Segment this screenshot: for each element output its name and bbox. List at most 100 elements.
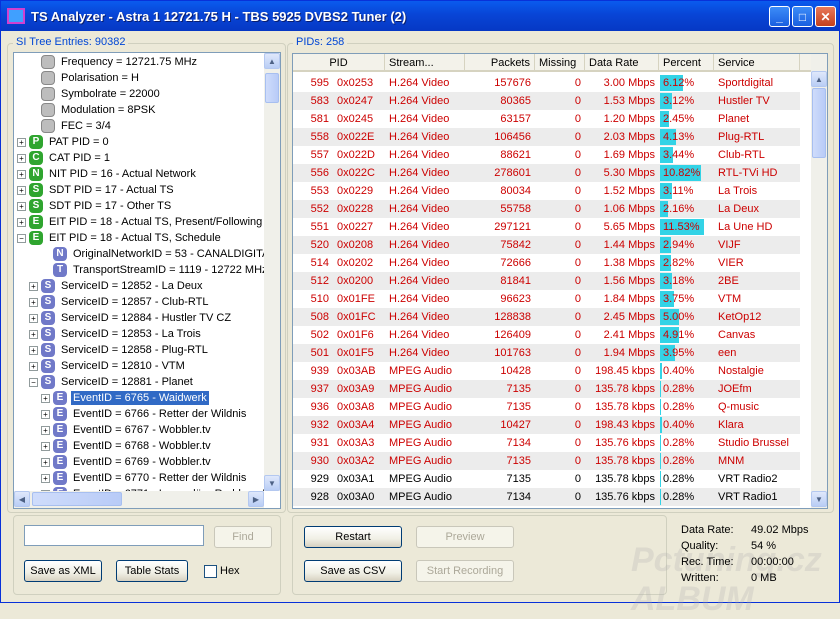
table-row[interactable]: 552 0x0228 H.264 Video 55758 0 1.06 Mbps 2.16%…: [293, 200, 800, 218]
tree-item[interactable]: Frequency = 12721.75 MHz: [29, 54, 199, 70]
table-row[interactable]: 520 0x0208 H.264 Video 75842 0 1.44 Mbps 2.94%…: [293, 236, 800, 254]
tree-scroll-left-icon[interactable]: ◀: [14, 491, 30, 507]
tree-horizontal-scrollbar[interactable]: ◀ ▶: [14, 491, 264, 508]
expand-icon[interactable]: +: [41, 393, 50, 403]
tree-item[interactable]: + S ServiceID = 12810 - VTM: [29, 358, 187, 374]
tree-item[interactable]: + E EventID = 6765 - Waidwerk: [41, 390, 209, 406]
table-row[interactable]: 931 0x03A3 MPEG Audio 7134 0 135.76 kbps 0.28%…: [293, 434, 800, 452]
table-row[interactable]: 510 0x01FE H.264 Video 96623 0 1.84 Mbps 3.75%…: [293, 290, 800, 308]
expand-icon[interactable]: +: [17, 185, 26, 195]
table-row[interactable]: 936 0x03A8 MPEG Audio 7135 0 135.78 kbps 0.28%…: [293, 398, 800, 416]
tree-item[interactable]: T TransportStreamID = 1119 - 12722 MHz: [41, 262, 264, 278]
minimize-button[interactable]: _: [769, 6, 790, 27]
table-row[interactable]: 557 0x022D H.264 Video 88621 0 1.69 Mbps 3.44%…: [293, 146, 800, 164]
table-row[interactable]: 932 0x03A4 MPEG Audio 10427 0 198.43 kbps 0.40…: [293, 416, 800, 434]
tree-item[interactable]: + S ServiceID = 12857 - Club-RTL: [29, 294, 210, 310]
hex-checkbox[interactable]: [204, 565, 217, 578]
column-header[interactable]: Percent: [659, 54, 714, 72]
tree-item[interactable]: + E EventID = 6769 - Wobbler.tv: [41, 454, 213, 470]
table-row[interactable]: 928 0x03A0 MPEG Audio 7134 0 135.76 kbps 0.28%…: [293, 488, 800, 506]
table-row[interactable]: 508 0x01FC H.264 Video 128838 0 2.45 Mbps 5.00…: [293, 308, 800, 326]
tree-item[interactable]: − S ServiceID = 12881 - Planet: [29, 374, 195, 390]
tree-item[interactable]: + N NIT PID = 16 - Actual Network: [17, 166, 198, 182]
pids-vertical-scrollbar[interactable]: ▲ ▼: [811, 54, 827, 508]
save-as-xml-button[interactable]: Save as XML: [24, 560, 102, 582]
find-button[interactable]: Find: [214, 526, 272, 548]
table-row[interactable]: 937 0x03A9 MPEG Audio 7135 0 135.78 kbps 0.28%…: [293, 380, 800, 398]
expand-icon[interactable]: +: [17, 217, 26, 227]
table-row[interactable]: 558 0x022E H.264 Video 106456 0 2.03 Mbps 4.13…: [293, 128, 800, 146]
expand-icon[interactable]: +: [29, 345, 38, 355]
table-row[interactable]: 553 0x0229 H.264 Video 80034 0 1.52 Mbps 3.11%…: [293, 182, 800, 200]
tree-item[interactable]: + E EIT PID = 18 - Actual TS, Present/Foll…: [17, 214, 264, 230]
tree-item[interactable]: + S ServiceID = 12853 - La Trois: [29, 326, 203, 342]
table-row[interactable]: 512 0x0200 H.264 Video 81841 0 1.56 Mbps 3.18%…: [293, 272, 800, 290]
tree-item[interactable]: − E EIT PID = 18 - Actual TS, Schedule: [17, 230, 223, 246]
tree-item[interactable]: Polarisation = H: [29, 70, 141, 86]
tree-item[interactable]: + P PAT PID = 0: [17, 134, 111, 150]
table-row[interactable]: 501 0x01F5 H.264 Video 101763 0 1.94 Mbps 3.95…: [293, 344, 800, 362]
tree-item[interactable]: Modulation = 8PSK: [29, 102, 157, 118]
expand-icon[interactable]: +: [41, 425, 50, 435]
start-recording-button[interactable]: Start Recording: [416, 560, 514, 582]
table-row[interactable]: 595 0x0253 H.264 Video 157676 0 3.00 Mbps 6.12…: [293, 74, 800, 92]
maximize-button[interactable]: □: [792, 6, 813, 27]
expand-icon[interactable]: +: [17, 169, 26, 179]
tree-scroll-thumb[interactable]: [265, 73, 279, 103]
expand-icon[interactable]: +: [29, 297, 38, 307]
table-row[interactable]: 930 0x03A2 MPEG Audio 7135 0 135.78 kbps 0.28%…: [293, 452, 800, 470]
collapse-icon[interactable]: −: [17, 233, 26, 243]
table-row[interactable]: 551 0x0227 H.264 Video 297121 0 5.65 Mbps 11.5…: [293, 218, 800, 236]
table-row[interactable]: 502 0x01F6 H.264 Video 126409 0 2.41 Mbps 4.91…: [293, 326, 800, 344]
expand-icon[interactable]: +: [29, 281, 38, 291]
table-stats-button[interactable]: Table Stats: [116, 560, 188, 582]
tree-item[interactable]: N OriginalNetworkID = 53 - CANALDIGITAAL: [41, 246, 264, 262]
tree-scroll-right-icon[interactable]: ▶: [248, 491, 264, 507]
column-header[interactable]: PID: [293, 54, 385, 72]
table-row[interactable]: 939 0x03AB MPEG Audio 10428 0 198.45 kbps 0.40…: [293, 362, 800, 380]
column-header[interactable]: Missing: [535, 54, 585, 72]
close-button[interactable]: ✕: [815, 6, 836, 27]
column-header[interactable]: Stream...: [385, 54, 465, 72]
table-row[interactable]: 583 0x0247 H.264 Video 80365 0 1.53 Mbps 3.12%…: [293, 92, 800, 110]
title-bar[interactable]: TS Analyzer - Astra 1 12721.75 H - TBS 5…: [1, 1, 839, 31]
tree-item[interactable]: FEC = 3/4: [29, 118, 113, 134]
expand-icon[interactable]: +: [41, 441, 50, 451]
tree-item[interactable]: + E EventID = 6770 - Retter der Wildnis: [41, 470, 248, 486]
expand-icon[interactable]: +: [29, 313, 38, 323]
expand-icon[interactable]: +: [41, 457, 50, 467]
table-row[interactable]: 929 0x03A1 MPEG Audio 7135 0 135.78 kbps 0.28%…: [293, 470, 800, 488]
tree-item[interactable]: + S SDT PID = 17 - Actual TS: [17, 182, 176, 198]
tree-vertical-scrollbar[interactable]: ▲ ▼: [264, 53, 280, 491]
expand-icon[interactable]: +: [17, 201, 26, 211]
preview-button[interactable]: Preview: [416, 526, 514, 548]
table-row[interactable]: 514 0x0202 H.264 Video 72666 0 1.38 Mbps 2.82%…: [293, 254, 800, 272]
pids-table[interactable]: PID Stream... Packets Missing Data Rate Perce…: [292, 53, 828, 509]
tree-item[interactable]: + S ServiceID = 12858 - Plug-RTL: [29, 342, 210, 358]
expand-icon[interactable]: +: [29, 361, 38, 371]
column-header[interactable]: Packets: [465, 54, 535, 72]
tree-item[interactable]: + C CAT PID = 1: [17, 150, 112, 166]
tree-item[interactable]: + E EventID = 6767 - Wobbler.tv: [41, 422, 213, 438]
table-row[interactable]: 556 0x022C H.264 Video 278601 0 5.30 Mbps 10.8…: [293, 164, 800, 182]
collapse-icon[interactable]: −: [29, 377, 38, 387]
search-input[interactable]: [24, 525, 204, 546]
tree-item[interactable]: + E EventID = 6768 - Wobbler.tv: [41, 438, 213, 454]
tree-scroll-up-icon[interactable]: ▲: [264, 53, 280, 69]
tree-item[interactable]: Symbolrate = 22000: [29, 86, 162, 102]
tree-item[interactable]: + S ServiceID = 12852 - La Deux: [29, 278, 205, 294]
save-as-csv-button[interactable]: Save as CSV: [304, 560, 402, 582]
expand-icon[interactable]: +: [17, 153, 26, 163]
pids-scroll-down-icon[interactable]: ▼: [811, 491, 827, 507]
tree-item[interactable]: + S ServiceID = 12884 - Hustler TV CZ: [29, 310, 233, 326]
expand-icon[interactable]: +: [41, 409, 50, 419]
tree-scroll-down-icon[interactable]: ▼: [264, 475, 280, 491]
column-header[interactable]: Service: [714, 54, 800, 72]
si-tree[interactable]: Frequency = 12721.75 MHz Polarisation = H…: [13, 52, 281, 509]
expand-icon[interactable]: +: [41, 473, 50, 483]
table-row[interactable]: 581 0x0245 H.264 Video 63157 0 1.20 Mbps 2.45%…: [293, 110, 800, 128]
restart-button[interactable]: Restart: [304, 526, 402, 548]
expand-icon[interactable]: +: [29, 329, 38, 339]
pids-scroll-thumb[interactable]: [812, 88, 826, 158]
expand-icon[interactable]: +: [17, 137, 26, 147]
